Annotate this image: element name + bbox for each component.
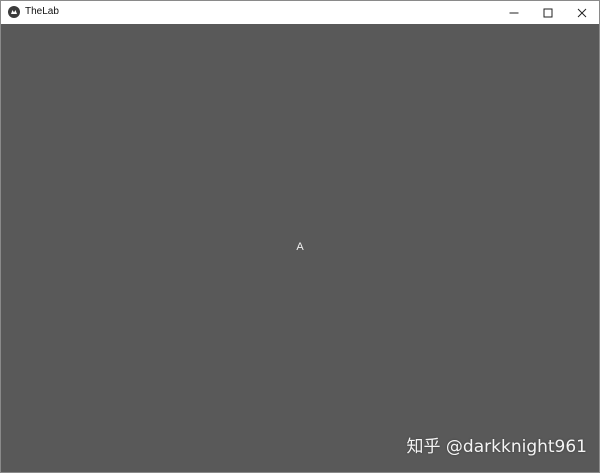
minimize-button[interactable] [497,1,531,24]
app-canvas[interactable]: A 知乎 @darkknight961 [1,24,599,472]
kivy-logo-icon [8,6,20,18]
maximize-button[interactable] [531,1,565,24]
close-button[interactable] [565,1,599,24]
app-window: TheLab A 知乎 @darkknight961 [0,0,600,473]
minimize-icon [509,8,519,18]
title-bar[interactable]: TheLab [1,1,599,24]
close-icon [577,8,587,18]
center-label: A [296,241,304,253]
maximize-icon [543,8,553,18]
watermark-text: 知乎 @darkknight961 [406,437,587,457]
window-title: TheLab [25,6,59,17]
window-controls [497,1,599,24]
